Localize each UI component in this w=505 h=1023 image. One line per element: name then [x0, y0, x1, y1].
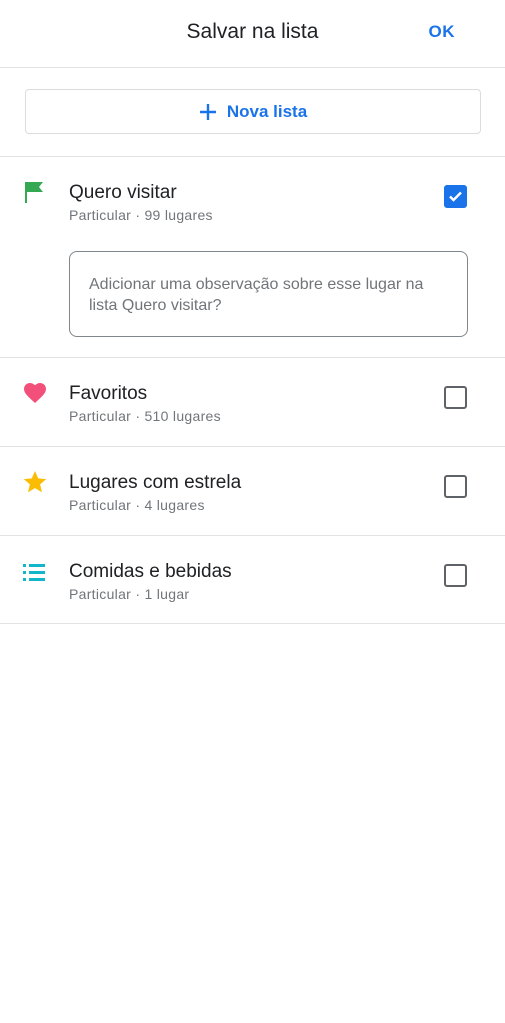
- divider: [0, 535, 505, 536]
- checkbox-favoritos[interactable]: [444, 386, 467, 409]
- list-title: Lugares com estrela: [69, 472, 242, 493]
- list-title: Favoritos: [69, 383, 148, 404]
- plus-icon: [199, 103, 217, 121]
- heart-icon: [22, 380, 48, 406]
- divider: [0, 357, 505, 358]
- flag-icon: [22, 180, 48, 206]
- checkbox-comidas-e-bebidas[interactable]: [444, 564, 467, 587]
- new-list-label: Nova lista: [226, 101, 308, 121]
- list-subtitle: Particular · 99 lugares: [69, 207, 213, 223]
- checkbox-lugares-com-estrela[interactable]: [444, 475, 467, 498]
- list-subtitle: Particular · 1 lugar: [69, 586, 190, 602]
- divider: [0, 156, 505, 157]
- top-bar: Salvar na lista OK: [0, 0, 505, 68]
- list-subtitle: Particular · 510 lugares: [69, 408, 221, 424]
- new-list-button[interactable]: Nova lista: [25, 89, 481, 134]
- note-input[interactable]: [69, 251, 468, 337]
- divider: [0, 623, 505, 624]
- list-title: Comidas e bebidas: [69, 561, 232, 582]
- checkbox-quero-visitar[interactable]: [444, 185, 467, 208]
- list-icon: [22, 560, 48, 586]
- star-icon: [22, 469, 48, 495]
- list-subtitle: Particular · 4 lugares: [69, 497, 205, 513]
- list-title: Quero visitar: [69, 182, 177, 203]
- divider: [0, 446, 505, 447]
- ok-button[interactable]: OK: [429, 22, 456, 42]
